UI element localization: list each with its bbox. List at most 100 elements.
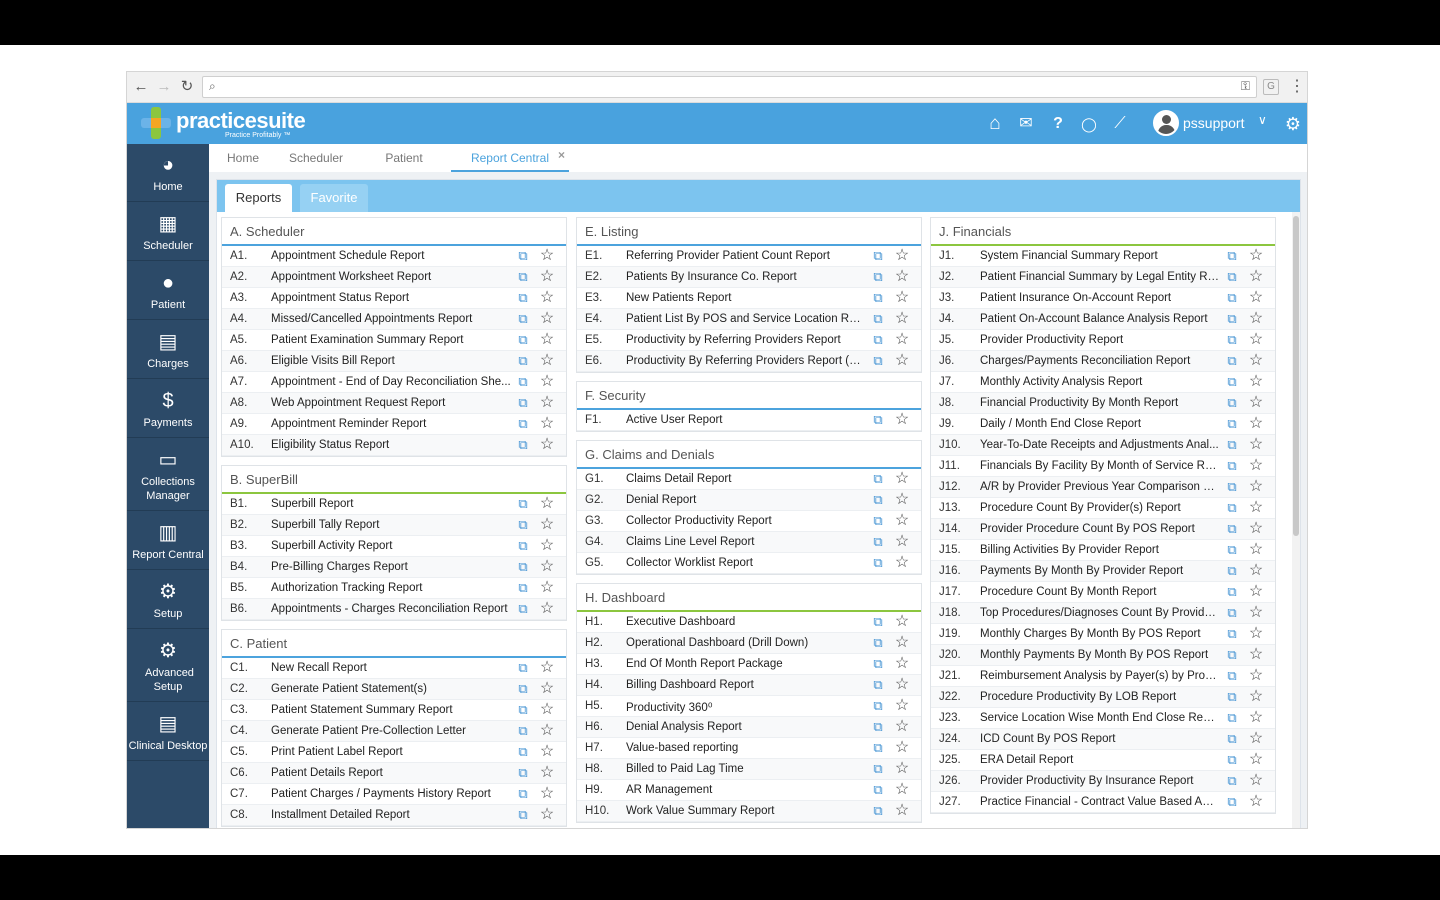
favorite-star-icon[interactable]: ☆ — [538, 537, 556, 555]
report-name[interactable]: Appointment - End of Day Reconciliation … — [271, 376, 511, 388]
report-name[interactable]: Patient Statement Summary Report — [271, 704, 511, 716]
favorite-star-icon[interactable]: ☆ — [1247, 457, 1265, 475]
report-name[interactable]: Productivity 360⁰ — [626, 700, 866, 714]
subtab-reports[interactable]: Reports — [225, 184, 292, 212]
favorite-star-icon[interactable]: ☆ — [538, 394, 556, 412]
tab-report-central[interactable]: Report Central — [451, 151, 569, 172]
report-name[interactable]: Provider Productivity Report — [980, 334, 1220, 346]
open-external-icon[interactable]: ⧉ — [1224, 290, 1240, 306]
report-name[interactable]: Generate Patient Pre-Collection Letter — [271, 725, 511, 737]
sidebar-item-charges[interactable]: ▤ Charges — [127, 321, 209, 379]
report-row[interactable]: H5. Productivity 360⁰ ⧉ ☆ — [577, 696, 921, 717]
report-name[interactable]: Pre-Billing Charges Report — [271, 561, 511, 573]
open-external-icon[interactable]: ⧉ — [515, 311, 531, 327]
address-bar[interactable]: ⌕ ⚿ — [202, 76, 1257, 98]
report-row[interactable]: J8. Financial Productivity By Month Repor… — [931, 393, 1275, 414]
report-name[interactable]: Appointment Reminder Report — [271, 418, 511, 430]
report-name[interactable]: Collector Worklist Report — [626, 557, 866, 569]
open-external-icon[interactable]: ⧉ — [515, 332, 531, 348]
username[interactable]: pssupport — [1183, 115, 1244, 131]
report-row[interactable]: A6. Eligible Visits Bill Report ⧉ ☆ — [222, 351, 566, 372]
favorite-star-icon[interactable]: ☆ — [1247, 289, 1265, 307]
open-external-icon[interactable]: ⧉ — [870, 719, 886, 735]
report-row[interactable]: J14. Provider Procedure Count By POS Repo… — [931, 519, 1275, 540]
favorite-star-icon[interactable]: ☆ — [538, 415, 556, 433]
open-external-icon[interactable]: ⧉ — [515, 702, 531, 718]
settings-icon[interactable]: ⚙ — [1282, 113, 1304, 135]
report-row[interactable]: J5. Provider Productivity Report ⧉ ☆ — [931, 330, 1275, 351]
open-external-icon[interactable]: ⧉ — [870, 761, 886, 777]
report-name[interactable]: Print Patient Label Report — [271, 746, 511, 758]
report-name[interactable]: Appointment Status Report — [271, 292, 511, 304]
open-external-icon[interactable]: ⧉ — [515, 786, 531, 802]
report-name[interactable]: Patient Financial Summary by Legal Entit… — [980, 271, 1220, 283]
sidebar-item-patient[interactable]: ● Patient — [127, 262, 209, 320]
sidebar-item-report-central[interactable]: ▥ Report Central — [127, 512, 209, 570]
favorite-star-icon[interactable]: ☆ — [538, 659, 556, 677]
favorite-star-icon[interactable]: ☆ — [1247, 646, 1265, 664]
favorite-star-icon[interactable]: ☆ — [538, 436, 556, 454]
report-row[interactable]: G4. Claims Line Level Report ⧉ ☆ — [577, 532, 921, 553]
report-name[interactable]: Denial Report — [626, 494, 866, 506]
report-row[interactable]: H10. Work Value Summary Report ⧉ ☆ — [577, 801, 921, 822]
report-row[interactable]: A8. Web Appointment Request Report ⧉ ☆ — [222, 393, 566, 414]
report-row[interactable]: H3. End Of Month Report Package ⧉ ☆ — [577, 654, 921, 675]
favorite-star-icon[interactable]: ☆ — [893, 613, 911, 631]
report-row[interactable]: B3. Superbill Activity Report ⧉ ☆ — [222, 536, 566, 557]
report-row[interactable]: H4. Billing Dashboard Report ⧉ ☆ — [577, 675, 921, 696]
extension-icon[interactable]: G — [1263, 79, 1279, 95]
close-icon[interactable]: × — [558, 148, 565, 162]
report-name[interactable]: Patient Examination Summary Report — [271, 334, 511, 346]
report-row[interactable]: A4. Missed/Cancelled Appointments Report ⧉… — [222, 309, 566, 330]
favorite-star-icon[interactable]: ☆ — [538, 310, 556, 328]
favorite-star-icon[interactable]: ☆ — [1247, 310, 1265, 328]
favorite-star-icon[interactable]: ☆ — [1247, 520, 1265, 538]
report-name[interactable]: Eligibility Status Report — [271, 439, 511, 451]
report-row[interactable]: J12. A/R by Provider Previous Year Compar… — [931, 477, 1275, 498]
open-external-icon[interactable]: ⧉ — [515, 290, 531, 306]
favorite-star-icon[interactable]: ☆ — [893, 697, 911, 715]
report-name[interactable]: Appointments - Charges Reconciliation Re… — [271, 603, 511, 615]
report-row[interactable]: H8. Billed to Paid Lag Time ⧉ ☆ — [577, 759, 921, 780]
favorite-star-icon[interactable]: ☆ — [538, 764, 556, 782]
open-external-icon[interactable]: ⧉ — [1224, 248, 1240, 264]
favorite-star-icon[interactable]: ☆ — [893, 411, 911, 429]
favorite-star-icon[interactable]: ☆ — [1247, 541, 1265, 559]
report-name[interactable]: Executive Dashboard — [626, 616, 866, 628]
report-name[interactable]: Claims Line Level Report — [626, 536, 866, 548]
open-external-icon[interactable]: ⧉ — [515, 559, 531, 575]
report-row[interactable]: J20. Monthly Payments By Month By POS Rep… — [931, 645, 1275, 666]
report-row[interactable]: J11. Financials By Facility By Month of S… — [931, 456, 1275, 477]
report-name[interactable]: Financials By Facility By Month of Servi… — [980, 460, 1220, 472]
report-name[interactable]: Collector Productivity Report — [626, 515, 866, 527]
forward-icon[interactable]: → — [154, 77, 174, 97]
favorite-star-icon[interactable]: ☆ — [1247, 793, 1265, 811]
report-name[interactable]: Operational Dashboard (Drill Down) — [626, 637, 866, 649]
favorite-star-icon[interactable]: ☆ — [538, 701, 556, 719]
report-name[interactable]: Denial Analysis Report — [626, 721, 866, 733]
report-row[interactable]: E3. New Patients Report ⧉ ☆ — [577, 288, 921, 309]
open-external-icon[interactable]: ⧉ — [515, 580, 531, 596]
open-external-icon[interactable]: ⧉ — [1224, 311, 1240, 327]
favorite-star-icon[interactable]: ☆ — [538, 743, 556, 761]
open-external-icon[interactable]: ⧉ — [515, 437, 531, 453]
open-external-icon[interactable]: ⧉ — [870, 555, 886, 571]
open-external-icon[interactable]: ⧉ — [1224, 605, 1240, 621]
favorite-star-icon[interactable]: ☆ — [893, 491, 911, 509]
favorite-star-icon[interactable]: ☆ — [538, 600, 556, 618]
open-external-icon[interactable]: ⧉ — [515, 723, 531, 739]
open-external-icon[interactable]: ⧉ — [1224, 458, 1240, 474]
sidebar-item-clinical-desktop[interactable]: ▤ Clinical Desktop — [127, 703, 209, 761]
favorite-star-icon[interactable]: ☆ — [538, 722, 556, 740]
favorite-star-icon[interactable]: ☆ — [1247, 436, 1265, 454]
subtab-favorite[interactable]: Favorite — [300, 184, 368, 212]
report-row[interactable]: B2. Superbill Tally Report ⧉ ☆ — [222, 515, 566, 536]
favorite-star-icon[interactable]: ☆ — [893, 268, 911, 286]
open-external-icon[interactable]: ⧉ — [515, 496, 531, 512]
report-name[interactable]: Authorization Tracking Report — [271, 582, 511, 594]
open-external-icon[interactable]: ⧉ — [870, 471, 886, 487]
browser-menu-icon[interactable]: ⋮ — [1289, 76, 1305, 96]
report-row[interactable]: H9. AR Management ⧉ ☆ — [577, 780, 921, 801]
favorite-star-icon[interactable]: ☆ — [893, 739, 911, 757]
favorite-star-icon[interactable]: ☆ — [1247, 667, 1265, 685]
